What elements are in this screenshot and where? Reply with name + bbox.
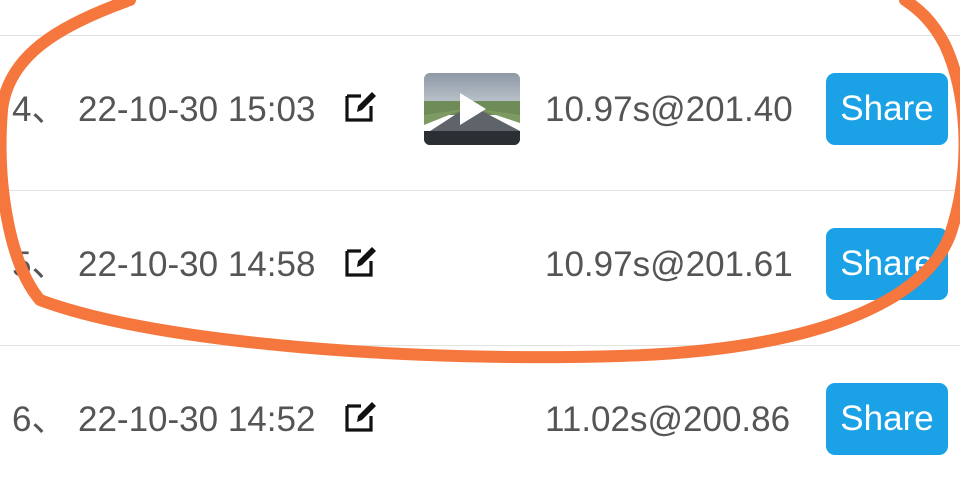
list-item: 4、 22-10-30 15:03 10.97s@201.40 Share — [0, 35, 960, 190]
share-button[interactable]: Share — [826, 73, 948, 145]
row-result: 10.97s@201.40 — [545, 90, 793, 129]
play-icon — [460, 93, 486, 125]
row-index: 4、 — [12, 90, 67, 129]
row-timestamp: 22-10-30 14:58 — [78, 245, 316, 284]
share-button[interactable]: Share — [826, 383, 948, 455]
edit-icon[interactable] — [343, 398, 379, 434]
video-thumbnail[interactable] — [424, 73, 520, 145]
list-item: 6、 22-10-30 14:52 11.02s@200.86 Share — [0, 345, 960, 500]
row-timestamp: 22-10-30 14:52 — [78, 400, 316, 439]
row-index: 5、 — [12, 245, 67, 284]
row-result: 11.02s@200.86 — [545, 400, 791, 439]
row-index: 6、 — [12, 400, 67, 439]
share-button[interactable]: Share — [826, 228, 948, 300]
edit-icon[interactable] — [343, 88, 379, 124]
row-result: 10.97s@201.61 — [545, 245, 793, 284]
row-timestamp: 22-10-30 15:03 — [78, 90, 316, 129]
list-item: 5、 22-10-30 14:58 10.97s@201.61 Share — [0, 190, 960, 345]
edit-icon[interactable] — [343, 243, 379, 279]
results-list: 4、 22-10-30 15:03 10.97s@201.40 Share 5、… — [0, 0, 960, 465]
